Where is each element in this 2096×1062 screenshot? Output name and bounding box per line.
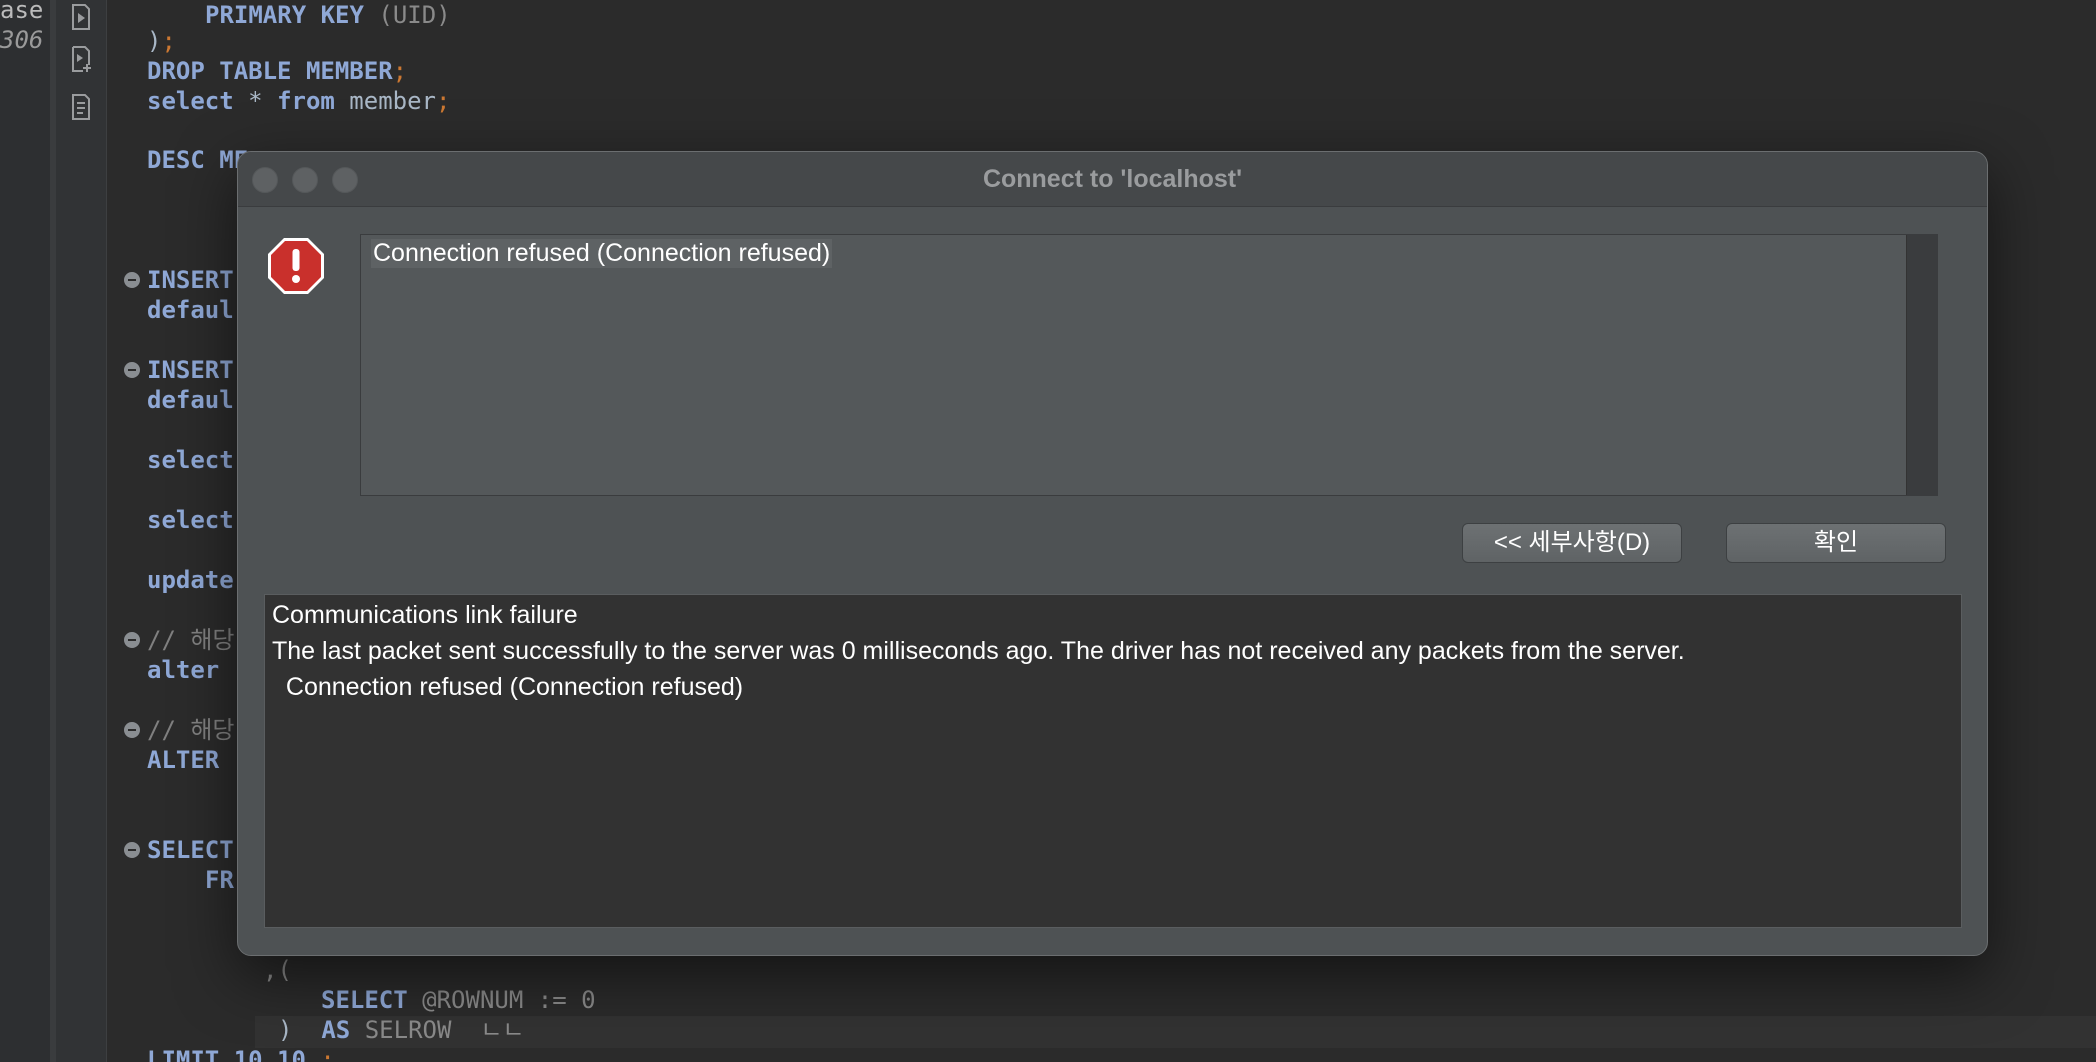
code-token: * (233, 87, 278, 115)
connection-error-dialog: Connect to 'localhost' Connection refuse… (237, 151, 1988, 956)
code-token: SELROW ㄴㄴ (364, 1016, 525, 1044)
code-line: defaul (147, 295, 234, 325)
detail-line: Connection refused (Connection refused) (272, 673, 744, 701)
dialog-titlebar[interactable]: Connect to 'localhost' (238, 152, 1987, 207)
code-token: ; (161, 27, 176, 55)
code-token: defaul (147, 386, 234, 414)
code-token: ; (392, 57, 408, 85)
code-line: // 해당 (147, 715, 235, 745)
code-token: AS (321, 1016, 365, 1044)
code-token: alter (147, 656, 220, 684)
code-line: select (147, 445, 234, 475)
error-message-box[interactable]: Connection refused (Connection refused) (360, 234, 1938, 496)
ide-window: ase 306 PRIMARY KEY (UID)); DROP TABLE ME… (0, 0, 2096, 1062)
code-token: LIMIT 10,10 (147, 1046, 321, 1062)
code-token: DESC ME (147, 146, 249, 174)
code-token: SELECT (321, 986, 423, 1014)
panel-label-number: 306 (0, 26, 44, 54)
code-line: ) AS SELROW ㄴㄴ (278, 1015, 524, 1045)
script-icon[interactable] (66, 92, 96, 122)
code-token: SELECT (147, 836, 234, 864)
code-token: (UID) (378, 1, 451, 29)
error-details-area[interactable]: Communications link failure The last pac… (264, 594, 1962, 928)
code-token: // 해당 (147, 716, 235, 744)
fold-toggle-icon[interactable] (124, 272, 140, 288)
code-line: update (147, 565, 234, 595)
fold-toggle-icon[interactable] (124, 842, 140, 858)
code-line: DROP TABLE MEMBER; (147, 56, 407, 86)
ok-button[interactable]: 확인 (1726, 523, 1946, 563)
code-token: INSERT (147, 266, 234, 294)
code-token: INSERT (147, 356, 234, 384)
code-line: defaul (147, 385, 234, 415)
code-line: ); (147, 26, 176, 56)
code-line: INSERT (147, 355, 234, 385)
panel-label-top: ase (0, 0, 44, 24)
code-token: ) (147, 27, 162, 55)
run-file-icon[interactable] (66, 2, 96, 32)
code-token: ) (278, 1016, 322, 1044)
code-line: SELECT @ROWNUM := 0 (321, 985, 596, 1015)
code-token: ,( (263, 956, 292, 984)
code-token: // 해당 (147, 626, 235, 654)
code-token: @ROWNUM := 0 (422, 986, 596, 1014)
code-line: FR (205, 865, 234, 895)
details-toggle-button[interactable]: << 세부사항(D) (1462, 523, 1682, 563)
code-token: defaul (147, 296, 234, 324)
code-line: ALTER (147, 745, 219, 775)
code-token: from (277, 87, 335, 115)
project-panel-strip: ase 306 (0, 0, 56, 1062)
error-stop-icon (268, 238, 324, 294)
code-line: alter (147, 655, 219, 685)
code-token: FR (205, 866, 234, 894)
code-line: ,( (263, 955, 292, 985)
code-token: update (147, 566, 234, 594)
current-line-highlight (255, 1016, 2096, 1048)
fold-toggle-icon[interactable] (124, 362, 140, 378)
code-line: LIMIT 10,10 ; (147, 1045, 335, 1062)
code-line: INSERT (147, 265, 234, 295)
dialog-title: Connect to 'localhost' (982, 165, 1243, 193)
fold-toggle-icon[interactable] (124, 632, 140, 648)
code-line: // 해당 (147, 625, 235, 655)
code-token: DROP TABLE MEMBER (147, 57, 393, 85)
code-line: SELECT (147, 835, 234, 865)
code-token: select (147, 446, 234, 474)
code-line: DESC ME (147, 145, 248, 175)
code-line: select * from member; (147, 86, 450, 116)
code-token: PRIMARY KEY (205, 1, 379, 29)
code-token: select (147, 87, 234, 115)
code-token: ALTER (147, 746, 220, 774)
detail-line: The last packet sent successfully to the… (272, 637, 1685, 665)
message-scrollbar[interactable] (1906, 235, 1937, 495)
error-message-text: Connection refused (Connection refused) (371, 239, 833, 268)
run-selection-icon[interactable] (66, 44, 96, 74)
code-token: ; (320, 1046, 335, 1062)
editor-toolbar (56, 0, 107, 1062)
fold-toggle-icon[interactable] (124, 722, 140, 738)
code-token: ; (436, 87, 451, 115)
detail-line: Communications link failure (272, 601, 578, 629)
code-token: member (334, 87, 437, 115)
code-token: select (147, 506, 234, 534)
code-line: select (147, 505, 234, 535)
code-line: PRIMARY KEY (UID) (205, 0, 451, 30)
